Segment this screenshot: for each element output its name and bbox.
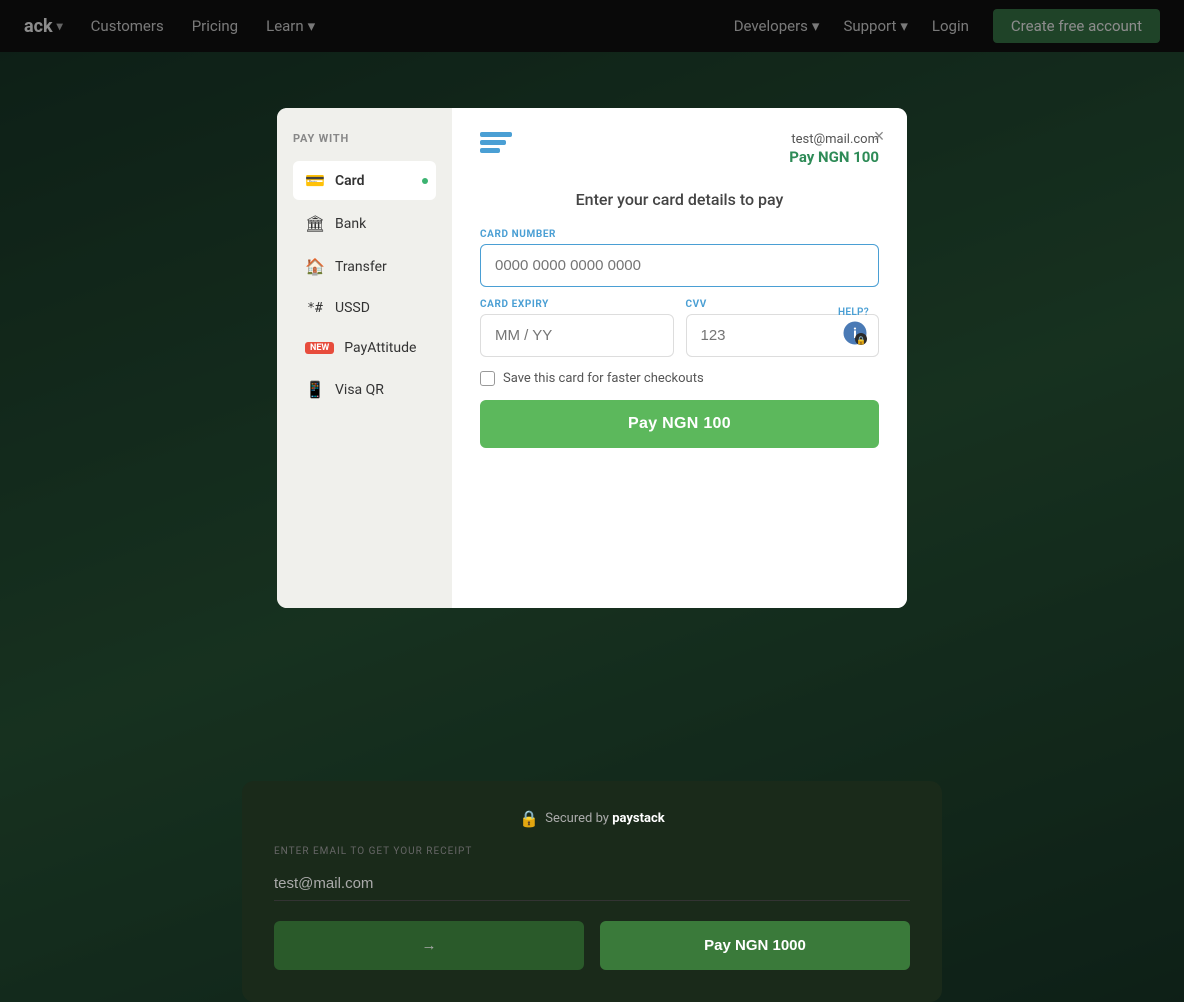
paystack-logo xyxy=(480,132,512,153)
svg-text:🔒: 🔒 xyxy=(856,336,866,345)
sidebar-card-label: Card xyxy=(335,173,364,189)
bottom-panel: 🔒 Secured by paystack ENTER EMAIL TO GET… xyxy=(242,781,942,1002)
sidebar-item-card[interactable]: 💳 Card xyxy=(293,161,436,200)
logo-bar-1 xyxy=(480,132,512,137)
email-receipt-label: ENTER EMAIL TO GET YOUR RECEIPT xyxy=(274,846,910,857)
card-number-input[interactable] xyxy=(480,244,879,287)
sidebar-transfer-label: Transfer xyxy=(335,259,387,275)
sidebar-item-payattitude[interactable]: NEW PayAttitude xyxy=(293,330,436,366)
bottom-left-button[interactable]: → xyxy=(274,921,584,970)
payment-modal: PAY WITH 💳 Card 🏛 Bank 🏠 Transfer *# USS… xyxy=(277,108,907,608)
visaqr-icon: 📱 xyxy=(305,380,325,399)
transfer-icon: 🏠 xyxy=(305,257,325,276)
save-card-row: Save this card for faster checkouts xyxy=(480,371,879,386)
secured-text: Secured by paystack xyxy=(545,811,664,826)
sidebar-item-visaqr[interactable]: 📱 Visa QR xyxy=(293,370,436,409)
payment-sidebar: PAY WITH 💳 Card 🏛 Bank 🏠 Transfer *# USS… xyxy=(277,108,452,608)
sidebar-visaqr-label: Visa QR xyxy=(335,382,384,398)
card-number-label: CARD NUMBER xyxy=(480,229,879,240)
email-receipt-input[interactable] xyxy=(274,867,910,901)
expiry-cvv-row: CARD EXPIRY CVV HELP? i 🔒 xyxy=(480,299,879,357)
sidebar-payattitude-label: PayAttitude xyxy=(344,340,416,356)
modal-close-button[interactable]: × xyxy=(865,122,893,150)
sidebar-item-bank[interactable]: 🏛 Bank xyxy=(293,204,436,243)
new-badge: NEW xyxy=(305,342,334,354)
expiry-group: CARD EXPIRY xyxy=(480,299,674,357)
card-icon: 💳 xyxy=(305,171,325,190)
modal-main: test@mail.com Pay NGN 100 × Enter your c… xyxy=(452,108,907,608)
card-number-group: CARD NUMBER xyxy=(480,229,879,287)
arrow-icon: → xyxy=(422,937,437,954)
save-card-checkbox[interactable] xyxy=(480,371,495,386)
modal-body: PAY WITH 💳 Card 🏛 Bank 🏠 Transfer *# USS… xyxy=(277,108,907,608)
modal-header: test@mail.com Pay NGN 100 xyxy=(480,132,879,166)
cvv-help-link[interactable]: HELP? xyxy=(838,307,869,318)
ussd-icon: *# xyxy=(305,301,325,316)
pay-with-label: PAY WITH xyxy=(293,132,436,145)
pay-button[interactable]: Pay NGN 100 xyxy=(480,400,879,448)
expiry-input[interactable] xyxy=(480,314,674,357)
sidebar-item-ussd[interactable]: *# USSD xyxy=(293,290,436,326)
cvv-group: CVV HELP? i 🔒 xyxy=(686,299,880,357)
cvv-info-icon: i 🔒 xyxy=(841,319,869,347)
bank-icon: 🏛 xyxy=(305,214,325,233)
header-amount: Pay NGN 100 xyxy=(789,148,879,166)
logo-bar-3 xyxy=(480,148,500,153)
sidebar-item-transfer[interactable]: 🏠 Transfer xyxy=(293,247,436,286)
sidebar-bank-label: Bank xyxy=(335,216,366,232)
bottom-pay-button[interactable]: Pay NGN 1000 xyxy=(600,921,910,970)
sidebar-ussd-label: USSD xyxy=(335,300,370,316)
bottom-buttons: → Pay NGN 1000 xyxy=(274,921,910,970)
save-card-label: Save this card for faster checkouts xyxy=(503,371,704,386)
lock-icon: 🔒 xyxy=(519,809,539,828)
expiry-label: CARD EXPIRY xyxy=(480,299,674,310)
card-form-title: Enter your card details to pay xyxy=(480,190,879,209)
logo-bar-2 xyxy=(480,140,506,145)
secured-row: 🔒 Secured by paystack xyxy=(274,809,910,828)
